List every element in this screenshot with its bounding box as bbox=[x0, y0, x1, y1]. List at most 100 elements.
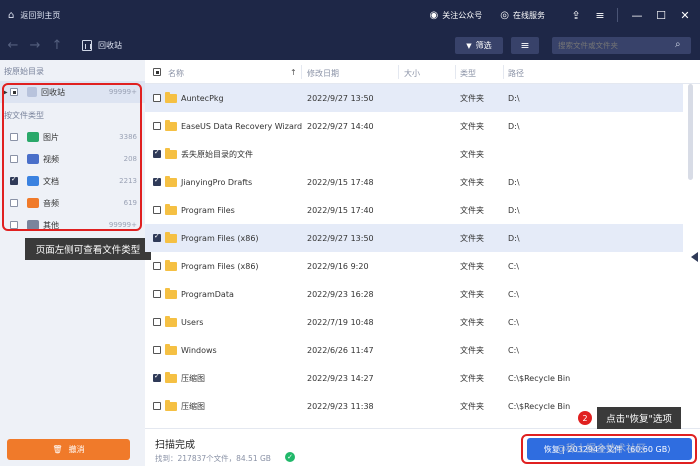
row-date: 2022/6/26 11:47 bbox=[307, 345, 374, 355]
undo-icon: 🗑 bbox=[52, 445, 63, 454]
column-divider bbox=[455, 65, 456, 79]
row-checkbox[interactable] bbox=[153, 346, 161, 354]
view-menu-button[interactable]: ≡ bbox=[511, 37, 539, 54]
row-checkbox[interactable] bbox=[153, 262, 161, 270]
row-checkbox[interactable] bbox=[153, 122, 161, 130]
row-checkbox[interactable] bbox=[153, 94, 161, 102]
row-name: Users bbox=[181, 317, 204, 327]
title-bar: ⌂ 返回到主页 ◉ 关注公众号 ◎ 在线服务 ⇪ ≡ — ☐ ✕ bbox=[0, 0, 700, 30]
online-service-label: 在线服务 bbox=[513, 10, 545, 20]
folder-icon bbox=[165, 231, 177, 243]
row-name: 压缩图 bbox=[181, 373, 205, 383]
row-type: 文件夹 bbox=[460, 93, 484, 103]
table-row[interactable]: 丢失原始目录的文件 文件夹 bbox=[145, 140, 683, 168]
row-checkbox[interactable] bbox=[153, 318, 161, 326]
sidebar-heading-original: 按原始目录 bbox=[4, 67, 44, 76]
table-row[interactable]: Windows 2022/6/26 11:47 文件夹 C:\ bbox=[145, 336, 683, 364]
table-row[interactable]: Program Files (x86) 2022/9/16 9:20 文件夹 C:\ bbox=[145, 252, 683, 280]
check-icon: ✓ bbox=[285, 452, 295, 462]
search-input[interactable] bbox=[552, 37, 691, 54]
row-path: C:\ bbox=[508, 261, 519, 271]
undo-button[interactable]: 🗑 撤消 bbox=[7, 439, 130, 460]
row-date: 2022/7/19 10:48 bbox=[307, 317, 374, 327]
row-checkbox[interactable] bbox=[153, 176, 161, 186]
row-date: 2022/9/15 17:48 bbox=[307, 177, 374, 187]
annotation-box-left bbox=[2, 83, 142, 231]
forward-arrow-icon[interactable]: → bbox=[24, 38, 46, 53]
column-header-date[interactable]: 修改日期 bbox=[307, 68, 339, 79]
title-separator bbox=[617, 8, 618, 22]
column-header-type[interactable]: 类型 bbox=[460, 68, 476, 79]
maximize-button[interactable]: ☐ bbox=[650, 0, 672, 30]
follow-account-label: 关注公众号 bbox=[442, 10, 483, 20]
column-divider bbox=[503, 65, 504, 79]
row-date: 2022/9/27 13:50 bbox=[307, 233, 374, 243]
row-type: 文件夹 bbox=[460, 177, 484, 187]
row-path: D:\ bbox=[508, 233, 520, 243]
row-type: 文件夹 bbox=[460, 261, 484, 271]
folder-icon bbox=[165, 175, 177, 187]
row-path: D:\ bbox=[508, 205, 520, 215]
annotation-tooltip-left: 页面左侧可查看文件类型 bbox=[25, 238, 151, 260]
row-path: C:\ bbox=[508, 317, 519, 327]
row-checkbox[interactable] bbox=[153, 206, 161, 214]
row-type: 文件夹 bbox=[460, 401, 484, 411]
row-name: AuntecPkg bbox=[181, 93, 224, 103]
close-button[interactable]: ✕ bbox=[674, 0, 696, 30]
menu-icon: ≡ bbox=[595, 8, 605, 22]
row-checkbox[interactable] bbox=[153, 232, 161, 242]
table-row[interactable]: 压缩图 2022/9/23 14:27 文件夹 C:\$Recycle Bin bbox=[145, 364, 683, 392]
table-row[interactable]: ProgramData 2022/9/23 16:28 文件夹 C:\ bbox=[145, 280, 683, 308]
row-type: 文件夹 bbox=[460, 205, 484, 215]
row-checkbox[interactable] bbox=[153, 148, 161, 158]
scan-found-summary: 找到：217837个文件，84.51 GB bbox=[155, 454, 271, 463]
column-header-name[interactable]: 名称 bbox=[168, 68, 184, 79]
share-button[interactable]: ⇪ bbox=[565, 0, 587, 30]
row-date: 2022/9/27 14:40 bbox=[307, 121, 374, 131]
row-type: 文件夹 bbox=[460, 317, 484, 327]
column-header-path[interactable]: 路径 bbox=[508, 68, 524, 79]
filter-button[interactable]: ▼ 筛选 bbox=[455, 37, 503, 54]
table-row[interactable]: EaseUS Data Recovery Wizard 2022/9/27 14:… bbox=[145, 112, 683, 140]
folder-icon bbox=[165, 399, 177, 411]
table-row[interactable]: Program Files 2022/9/15 17:40 文件夹 D:\ bbox=[145, 196, 683, 224]
menu-dropdown-button[interactable]: ≡ bbox=[589, 0, 611, 30]
row-path: D:\ bbox=[508, 93, 520, 103]
folder-icon bbox=[165, 203, 177, 215]
table-row[interactable]: JianyingPro Drafts 2022/9/15 17:48 文件夹 D:\ bbox=[145, 168, 683, 196]
table-scrollbar[interactable] bbox=[688, 84, 693, 180]
row-date: 2022/9/23 16:28 bbox=[307, 289, 374, 299]
table-row[interactable]: AuntecPkg 2022/9/27 13:50 文件夹 D:\ bbox=[145, 84, 683, 112]
back-home-button[interactable]: ⌂ 返回到主页 bbox=[0, 10, 60, 21]
table-row[interactable]: Users 2022/7/19 10:48 文件夹 C:\ bbox=[145, 308, 683, 336]
table-row[interactable]: Program Files (x86) 2022/9/27 13:50 文件夹 D:\ bbox=[145, 224, 683, 252]
row-date: 2022/9/15 17:40 bbox=[307, 205, 374, 215]
row-checkbox[interactable] bbox=[153, 290, 161, 298]
row-date: 2022/9/27 13:50 bbox=[307, 93, 374, 103]
folder-icon bbox=[165, 119, 177, 131]
minimize-button[interactable]: — bbox=[626, 0, 648, 30]
maximize-icon: ☐ bbox=[656, 8, 666, 22]
search-icon[interactable]: ⌕ bbox=[675, 39, 681, 50]
online-service-link[interactable]: ◎ 在线服务 bbox=[500, 10, 545, 21]
table-header bbox=[145, 60, 700, 84]
row-name: Windows bbox=[181, 345, 217, 355]
row-path: C:\ bbox=[508, 345, 519, 355]
sort-arrow-icon[interactable]: ↑ bbox=[290, 68, 297, 77]
watermark: @稀土掘金技术社区 bbox=[556, 444, 646, 455]
follow-account-link[interactable]: ◉ 关注公众号 bbox=[430, 10, 483, 21]
column-divider bbox=[398, 65, 399, 79]
row-checkbox[interactable] bbox=[153, 372, 161, 382]
undo-label: 撤消 bbox=[68, 445, 85, 454]
select-all-checkbox[interactable] bbox=[153, 68, 161, 76]
collapse-panel-arrow-icon[interactable] bbox=[691, 252, 698, 262]
up-arrow-icon[interactable]: ↑ bbox=[46, 38, 68, 53]
back-arrow-icon[interactable]: ← bbox=[2, 38, 24, 53]
row-checkbox[interactable] bbox=[153, 402, 161, 410]
row-name: 压缩图 bbox=[181, 401, 205, 411]
row-path: D:\ bbox=[508, 121, 520, 131]
breadcrumb-location: 回收站 bbox=[98, 40, 122, 50]
share-icon: ⇪ bbox=[571, 8, 581, 22]
column-header-size[interactable]: 大小 bbox=[404, 68, 420, 79]
row-name: ProgramData bbox=[181, 289, 234, 299]
